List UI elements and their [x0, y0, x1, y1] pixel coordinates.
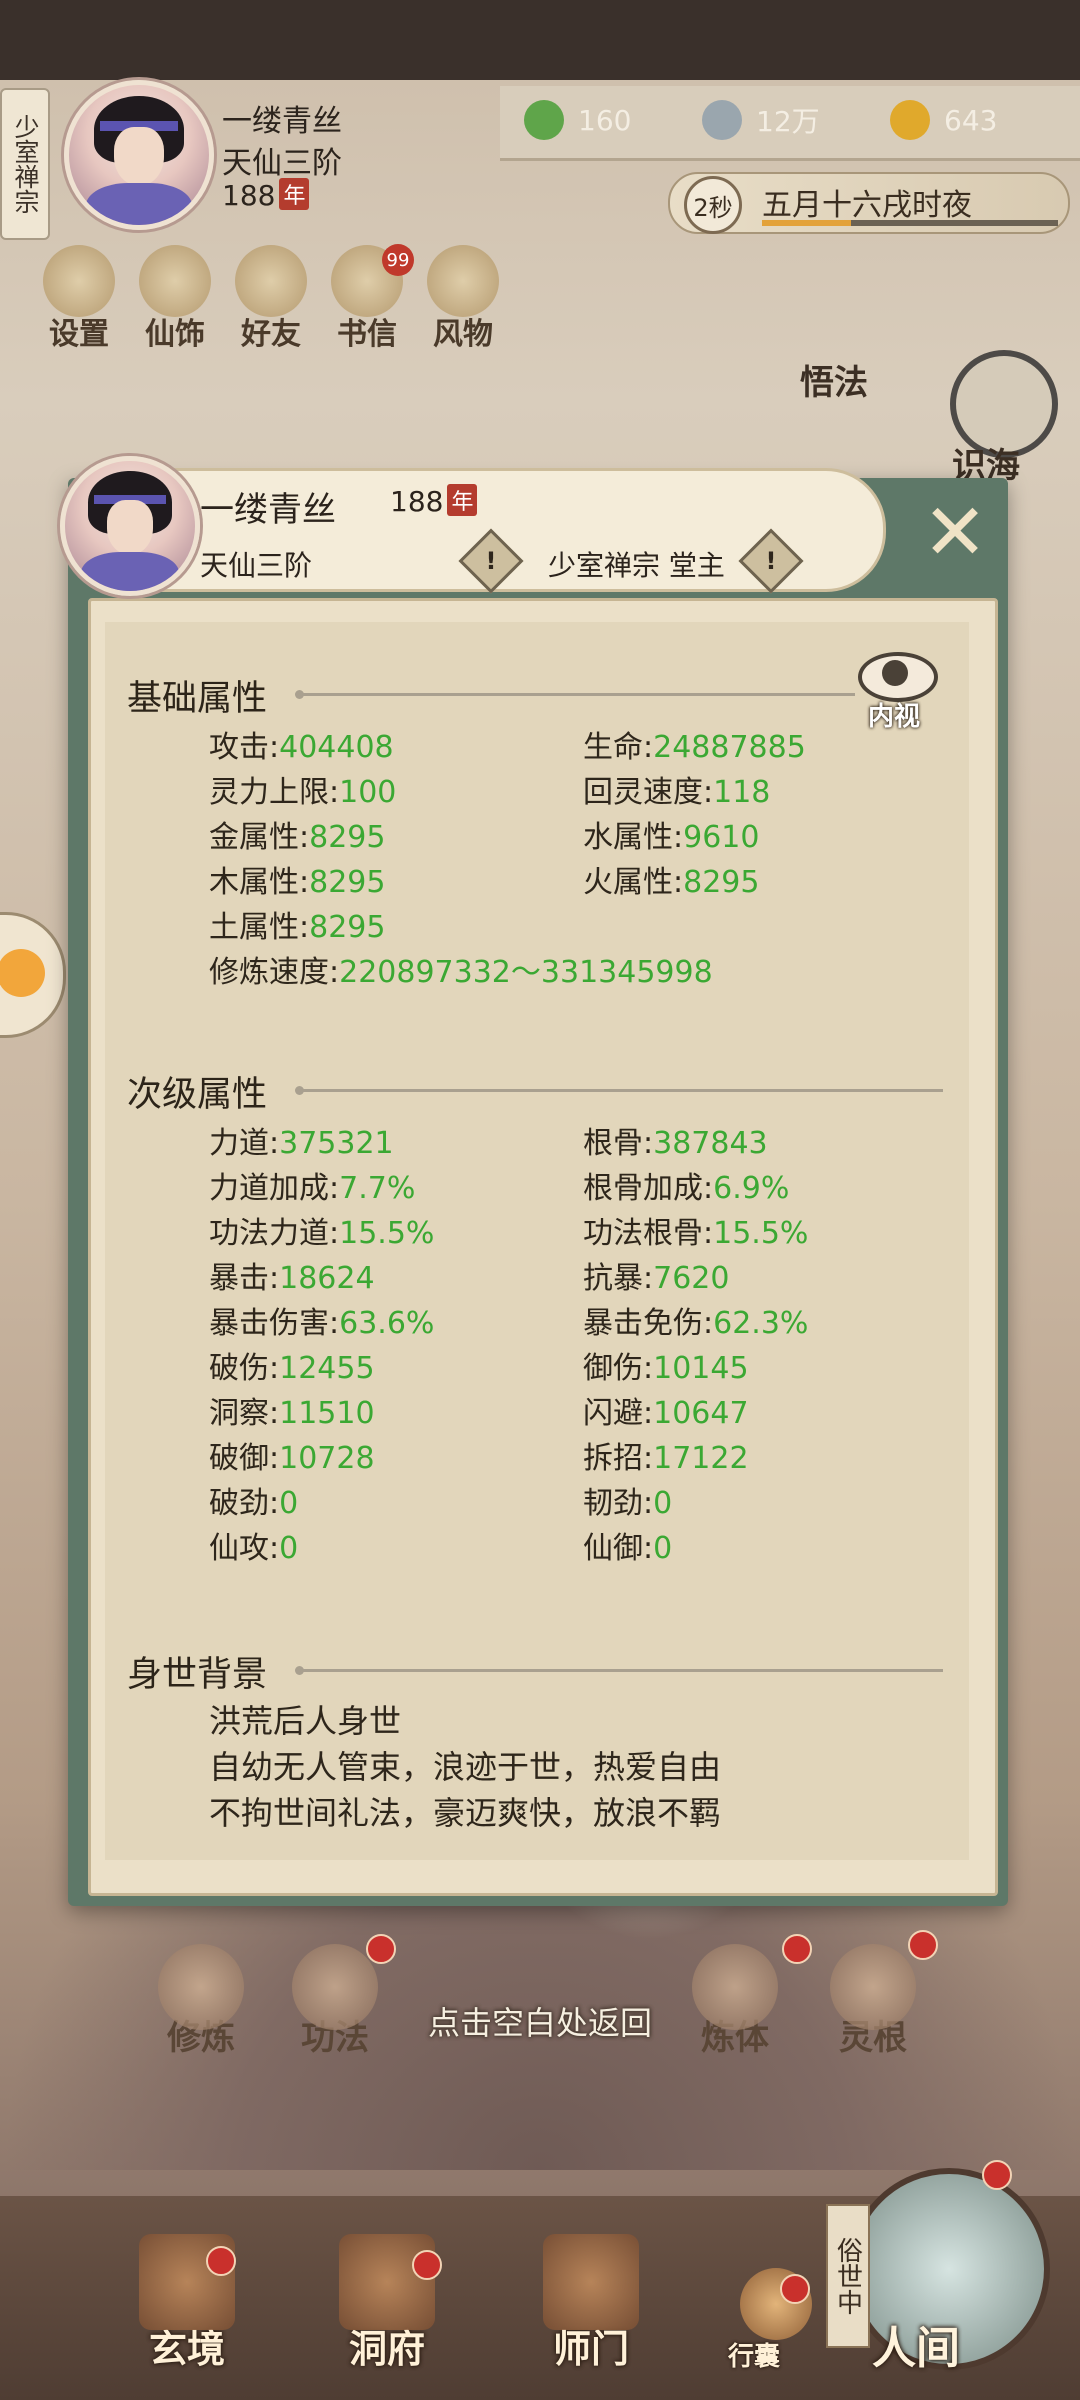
stat-crit: 暴击:18624: [209, 1261, 375, 1296]
world-label: 人间: [872, 2323, 960, 2374]
notification-dot: [206, 2246, 236, 2276]
world-tag: 俗世中: [826, 2204, 870, 2348]
notification-dot: [412, 2250, 442, 2280]
settings-button[interactable]: 设置: [34, 245, 124, 353]
stat-wood: 木属性:8295: [209, 865, 386, 900]
stat-metal: 金属性:8295: [209, 820, 386, 855]
eye-pupil: [882, 660, 908, 686]
resource-coin[interactable]: 12万: [702, 100, 820, 140]
stat-cultivation-speed: 修炼速度:220897332～331345998: [209, 955, 713, 990]
costume-button[interactable]: 仙饰: [130, 245, 220, 353]
gear-icon: [43, 245, 115, 317]
stat-crit-damage-reduction: 暴击免伤:62.3%: [583, 1306, 809, 1341]
player-avatar[interactable]: [64, 80, 214, 230]
jade-leaf-icon: [524, 100, 564, 140]
player-name: 一缕青丝: [222, 104, 342, 139]
background-line: 自幼无人管束，浪迹于世，热爱自由: [209, 1748, 722, 1786]
notification-dot: [908, 1930, 938, 1960]
time-label: 五月十六戌时夜: [762, 188, 972, 223]
friends-button[interactable]: 好友: [226, 245, 316, 353]
stat-earth: 土属性:8295: [209, 910, 386, 945]
wufa-button[interactable]: 悟法: [800, 355, 868, 404]
stat-break-toughness: 破劲:0: [209, 1486, 299, 1521]
time-progress: [762, 220, 1058, 226]
stat-pierce: 破伤:12455: [209, 1351, 375, 1386]
banner-icon: [543, 2234, 639, 2330]
stat-immortal-defense: 仙御:0: [583, 1531, 673, 1566]
player-age: 188 年: [222, 178, 310, 212]
panel-sect: 少室禅宗 堂主: [548, 549, 725, 582]
background-line: 洪荒后人身世: [209, 1702, 402, 1740]
secondary-divider: [303, 1089, 943, 1092]
stat-hp: 生命:24887885: [583, 730, 806, 765]
panel-age: 188 年: [390, 484, 478, 518]
stat-constitution: 根骨:387843: [583, 1126, 768, 1161]
stat-break-defense: 破御:10728: [209, 1441, 375, 1476]
stat-skill-constitution: 功法根骨:15.5%: [583, 1216, 809, 1251]
time-seconds: 2秒: [684, 176, 742, 234]
background-title: 身世背景: [127, 1655, 268, 1695]
gamepad-icon: [0, 949, 45, 997]
stat-counter: 拆招:17122: [583, 1441, 749, 1476]
side-float-button[interactable]: [0, 912, 66, 1038]
panel-rank: 天仙三阶: [200, 549, 313, 582]
house-icon: [339, 2234, 435, 2330]
stat-guard: 御伤:10145: [583, 1351, 749, 1386]
resource-jade[interactable]: 160: [524, 100, 631, 140]
player-rank: 天仙三阶: [222, 146, 342, 181]
notification-dot: [782, 1934, 812, 1964]
resource-gold[interactable]: 643: [890, 100, 997, 140]
return-hint: 点击空白处返回: [427, 2004, 652, 2042]
notification-dot: [780, 2274, 810, 2304]
stat-fire: 火属性:8295: [583, 865, 760, 900]
notification-dot: [366, 1934, 396, 1964]
stat-spirit-max: 灵力上限:100: [209, 775, 397, 810]
coin-icon: [702, 100, 742, 140]
scenery-button[interactable]: 风物: [418, 245, 508, 353]
stat-spirit-regen: 回灵速度:118: [583, 775, 771, 810]
sect-tag: 少室禅宗: [0, 88, 50, 240]
nav-shimen[interactable]: 师门: [526, 2234, 656, 2373]
stat-attack: 攻击:404408: [209, 730, 394, 765]
panel-name: 一缕青丝: [200, 490, 336, 530]
basic-title: 基础属性: [127, 679, 268, 719]
stat-strength: 力道:375321: [209, 1126, 394, 1161]
friends-icon: [235, 245, 307, 317]
stat-strength-bonus: 力道加成:7.7%: [209, 1171, 416, 1206]
basic-divider: [303, 693, 855, 696]
stat-insight: 洞察:11510: [209, 1396, 375, 1431]
stat-constitution-bonus: 根骨加成:6.9%: [583, 1171, 790, 1206]
stat-immortal-attack: 仙攻:0: [209, 1531, 299, 1566]
stat-toughness: 韧劲:0: [583, 1486, 673, 1521]
attribute-scroll-area[interactable]: 基础属性 攻击:404408 生命:24887885 灵力上限:100 回灵速度…: [105, 622, 969, 1860]
bag-label: 行囊: [728, 2342, 781, 2372]
mail-badge: 99: [382, 244, 414, 276]
inner-view-button[interactable]: 内视: [848, 640, 940, 732]
background-divider: [303, 1669, 943, 1672]
stat-crit-resist: 抗暴:7620: [583, 1261, 730, 1296]
secondary-title: 次级属性: [127, 1075, 268, 1115]
stat-dodge: 闪避:10647: [583, 1396, 749, 1431]
background-line: 不拘世间礼法，豪迈爽快，放浪不羁: [209, 1794, 722, 1832]
costume-icon: [139, 245, 211, 317]
scroll-icon: [427, 245, 499, 317]
close-button[interactable]: ✕: [910, 488, 1000, 578]
stat-crit-damage: 暴击伤害:63.6%: [209, 1306, 435, 1341]
panel-avatar: [60, 456, 200, 596]
notification-dot: [982, 2160, 1012, 2190]
gold-ingot-icon: [890, 100, 930, 140]
stat-skill-strength: 功法力道:15.5%: [209, 1216, 435, 1251]
stat-water: 水属性:9610: [583, 820, 760, 855]
